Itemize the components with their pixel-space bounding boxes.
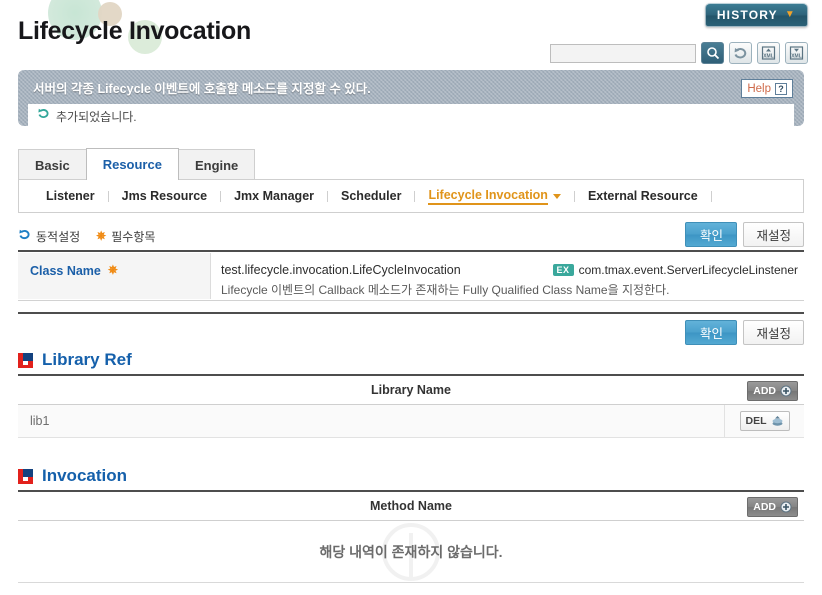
subnav-item-listener-label: Listener [46, 189, 95, 203]
library-ref-table-header: Library Name ADD [18, 374, 804, 405]
help-button[interactable]: Help ? [741, 79, 793, 98]
section-header-library-ref: Library Ref [18, 346, 804, 374]
subnav-item-jmx-manager-label: Jmx Manager [234, 189, 315, 203]
delete-library-button[interactable]: DEL [739, 411, 790, 431]
xml-upload-icon[interactable]: XML [757, 42, 780, 64]
reset-button-footer[interactable]: 재설정 [743, 320, 804, 345]
add-library-button[interactable]: ADD [747, 381, 798, 401]
subnav-item-jms-resource-label: Jms Resource [121, 189, 208, 203]
history-button[interactable]: HISTORY ▼ [704, 3, 808, 27]
divider-property-bottom [18, 300, 804, 301]
main-tabs: Basic Resource Engine [18, 148, 256, 180]
invocation-table: Method Name ADD 해당 내역이 존재하지 않습니다. [18, 490, 804, 583]
svg-text:XML: XML [763, 54, 774, 60]
subnav-item-lifecycle-invocation[interactable]: Lifecycle Invocation [415, 188, 573, 205]
column-header-library-name: Library Name [371, 383, 451, 397]
plus-icon [780, 385, 792, 397]
property-label-cell: Class Name ✵ [18, 253, 211, 299]
page-root: Lifecycle Invocation HISTORY ▼ XML XML 서… [0, 0, 822, 595]
section-title-library-ref: Library Ref [42, 350, 132, 369]
help-button-label: Help [747, 82, 771, 95]
sub-navigation: Listener Jms Resource Jmx Manager Schedu… [18, 179, 804, 213]
section-title-invocation: Invocation [42, 466, 128, 485]
asterisk-icon: ✵ [96, 229, 107, 243]
empty-state-message: 해당 내역이 존재하지 않습니다. [319, 543, 503, 560]
column-header-method-name: Method Name [370, 499, 452, 513]
subnav-separator [710, 190, 712, 202]
notification-bar: 추가되었습니다. [28, 104, 794, 128]
confirm-button[interactable]: 확인 [685, 222, 738, 247]
property-value-cell: test.lifecycle.invocation.LifeCycleInvoc… [211, 253, 804, 299]
toolbar: XML XML [550, 42, 808, 64]
confirm-button-footer[interactable]: 확인 [685, 320, 738, 345]
subnav-item-lifecycle-invocation-label: Lifecycle Invocation [428, 188, 548, 205]
top-button-row: 확인 재설정 [685, 222, 804, 247]
search-icon[interactable] [701, 42, 724, 64]
legend-required-field: ✵ 필수항목 [96, 228, 155, 245]
property-table: Class Name ✵ test.lifecycle.invocation.L… [18, 253, 804, 299]
refresh-icon[interactable] [729, 42, 752, 64]
tmax-square-icon [18, 468, 33, 484]
legend-dynamic-config: 동적설정 [18, 228, 80, 245]
add-method-button[interactable]: ADD [747, 497, 798, 517]
example-badge: EX [552, 264, 574, 276]
page-title: Lifecycle Invocation [18, 17, 251, 45]
example-hint: EX com.tmax.event.ServerLifecycleLinsten… [552, 263, 798, 277]
section-header-invocation: Invocation [18, 462, 804, 490]
reset-button[interactable]: 재설정 [743, 222, 804, 247]
section-library-ref: Library Ref Library Name ADD lib1 DEL [18, 346, 804, 438]
row-action-cell: DEL [724, 405, 804, 437]
asterisk-icon: ✵ [107, 263, 118, 277]
subnav-item-external-resource-label: External Resource [587, 189, 698, 203]
library-name-value: lib1 [30, 414, 50, 428]
add-method-button-label: ADD [753, 501, 776, 513]
tab-engine-label: Engine [194, 157, 239, 173]
trash-icon [772, 416, 782, 426]
invocation-table-header: Method Name ADD [18, 490, 804, 521]
legend-required-field-label: 필수항목 [111, 229, 156, 244]
example-text: com.tmax.event.ServerLifecycleLinstener [578, 263, 798, 277]
xml-download-icon[interactable]: XML [785, 42, 808, 64]
question-mark-icon: ? [775, 82, 787, 95]
class-name-value[interactable]: test.lifecycle.invocation.LifeCycleInvoc… [221, 263, 461, 277]
subnav-item-jms-resource[interactable]: Jms Resource [109, 189, 220, 203]
table-row[interactable]: lib1 DEL [18, 405, 804, 438]
tab-engine[interactable]: Engine [177, 149, 256, 180]
legend-dynamic-config-label: 동적설정 [36, 229, 81, 244]
plus-icon [780, 501, 792, 513]
property-row-class-name: Class Name ✵ test.lifecycle.invocation.L… [18, 253, 804, 299]
history-button-label: HISTORY [716, 8, 778, 22]
chevron-down-icon[interactable] [552, 193, 561, 199]
banner-description: 서버의 각종 Lifecycle 이벤트에 호출할 메소드를 지정할 수 있다. [33, 82, 371, 96]
divider-footer [18, 312, 804, 314]
subnav-item-scheduler[interactable]: Scheduler [328, 189, 414, 203]
divider-top [18, 250, 804, 252]
tab-resource[interactable]: Resource [85, 148, 179, 180]
property-label-class-name: Class Name [30, 264, 101, 278]
invocation-empty-state: 해당 내역이 존재하지 않습니다. [18, 521, 804, 583]
notification-text: 추가되었습니다. [56, 109, 137, 124]
delete-library-button-label: DEL [745, 415, 767, 427]
action-bar: 동적설정 ✵ 필수항목 확인 재설정 [18, 222, 804, 250]
subnav-item-scheduler-label: Scheduler [341, 189, 402, 203]
subnav-item-jmx-manager[interactable]: Jmx Manager [221, 189, 327, 203]
section-invocation: Invocation Method Name ADD 해당 내역이 존재하지 않… [18, 462, 804, 583]
tmax-square-icon [18, 352, 33, 368]
info-banner: 서버의 각종 Lifecycle 이벤트에 호출할 메소드를 지정할 수 있다.… [18, 70, 804, 128]
svg-text:XML: XML [791, 54, 802, 60]
tab-basic-label: Basic [35, 157, 70, 173]
footer-button-row: 확인 재설정 [685, 320, 804, 345]
add-library-button-label: ADD [753, 385, 776, 397]
property-description: Lifecycle 이벤트의 Callback 메소드가 존재하는 Fully … [221, 283, 670, 297]
subnav-item-external-resource[interactable]: External Resource [575, 189, 711, 203]
chevron-down-icon: ▼ [784, 9, 796, 20]
tab-basic[interactable]: Basic [18, 149, 87, 180]
refresh-icon [18, 228, 31, 244]
tab-resource-label: Resource [102, 157, 162, 172]
subnav-item-listener[interactable]: Listener [33, 189, 108, 203]
refresh-icon [37, 107, 50, 125]
library-ref-table: Library Name ADD lib1 DEL [18, 374, 804, 438]
search-input[interactable] [550, 43, 696, 63]
